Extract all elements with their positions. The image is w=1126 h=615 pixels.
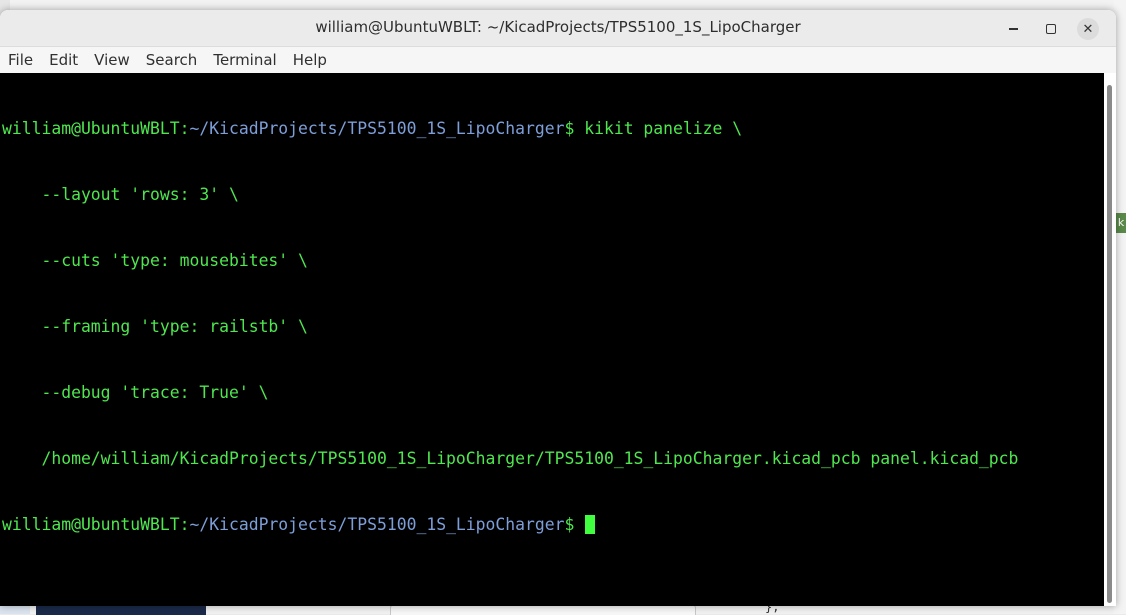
command-continuation: --framing 'type: railstb' \ (2, 317, 308, 336)
maximize-button[interactable] (1040, 18, 1062, 40)
close-icon: ✕ (1082, 21, 1094, 37)
background-side-tab: k (1116, 213, 1126, 233)
command-continuation: --cuts 'type: mousebites' \ (2, 251, 308, 270)
minimize-icon (1008, 28, 1018, 30)
prompt-symbol: $ (564, 515, 575, 534)
active-prompt-line[interactable]: william@UbuntuWBLT:~/KicadProjects/TPS51… (0, 514, 1104, 536)
command-line: william@UbuntuWBLT:~/KicadProjects/TPS51… (0, 118, 1104, 140)
menu-help[interactable]: Help (285, 51, 335, 69)
prompt-path: ~/KicadProjects/TPS5100_1S_LipoCharger (189, 515, 565, 534)
prompt-path: ~/KicadProjects/TPS5100_1S_LipoCharger (189, 119, 565, 138)
terminal-scrollbar[interactable] (1104, 73, 1116, 606)
close-button[interactable]: ✕ (1077, 18, 1099, 40)
terminal-output[interactable]: william@UbuntuWBLT:~/KicadProjects/TPS51… (0, 73, 1104, 606)
prompt-separator: : (179, 119, 190, 138)
maximize-icon (1046, 24, 1056, 34)
window-title: william@UbuntuWBLT: ~/KicadProjects/TPS5… (315, 18, 801, 36)
command-continuation: /home/william/KicadProjects/TPS5100_1S_L… (2, 449, 1019, 468)
terminal-window: william@UbuntuWBLT: ~/KicadProjects/TPS5… (0, 10, 1116, 606)
menu-bar: File Edit View Search Terminal Help (0, 47, 1116, 73)
command-continuation: --debug 'trace: True' \ (2, 383, 269, 402)
minimize-button[interactable] (1002, 18, 1024, 40)
command-continuation: --layout 'rows: 3' \ (2, 185, 239, 204)
menu-file[interactable]: File (0, 51, 41, 69)
menu-edit[interactable]: Edit (41, 51, 86, 69)
text-cursor (585, 515, 596, 534)
prompt-user: william@UbuntuWBLT (2, 119, 180, 138)
prompt-symbol: $ (564, 119, 575, 138)
prompt-user: william@UbuntuWBLT (2, 515, 180, 534)
menu-search[interactable]: Search (138, 51, 206, 69)
scrollbar-thumb[interactable] (1107, 85, 1112, 603)
menu-terminal[interactable]: Terminal (205, 51, 284, 69)
title-bar[interactable]: william@UbuntuWBLT: ~/KicadProjects/TPS5… (0, 10, 1116, 47)
menu-view[interactable]: View (86, 51, 138, 69)
command-text: kikit panelize \ (574, 119, 743, 138)
prompt-separator: : (179, 515, 190, 534)
